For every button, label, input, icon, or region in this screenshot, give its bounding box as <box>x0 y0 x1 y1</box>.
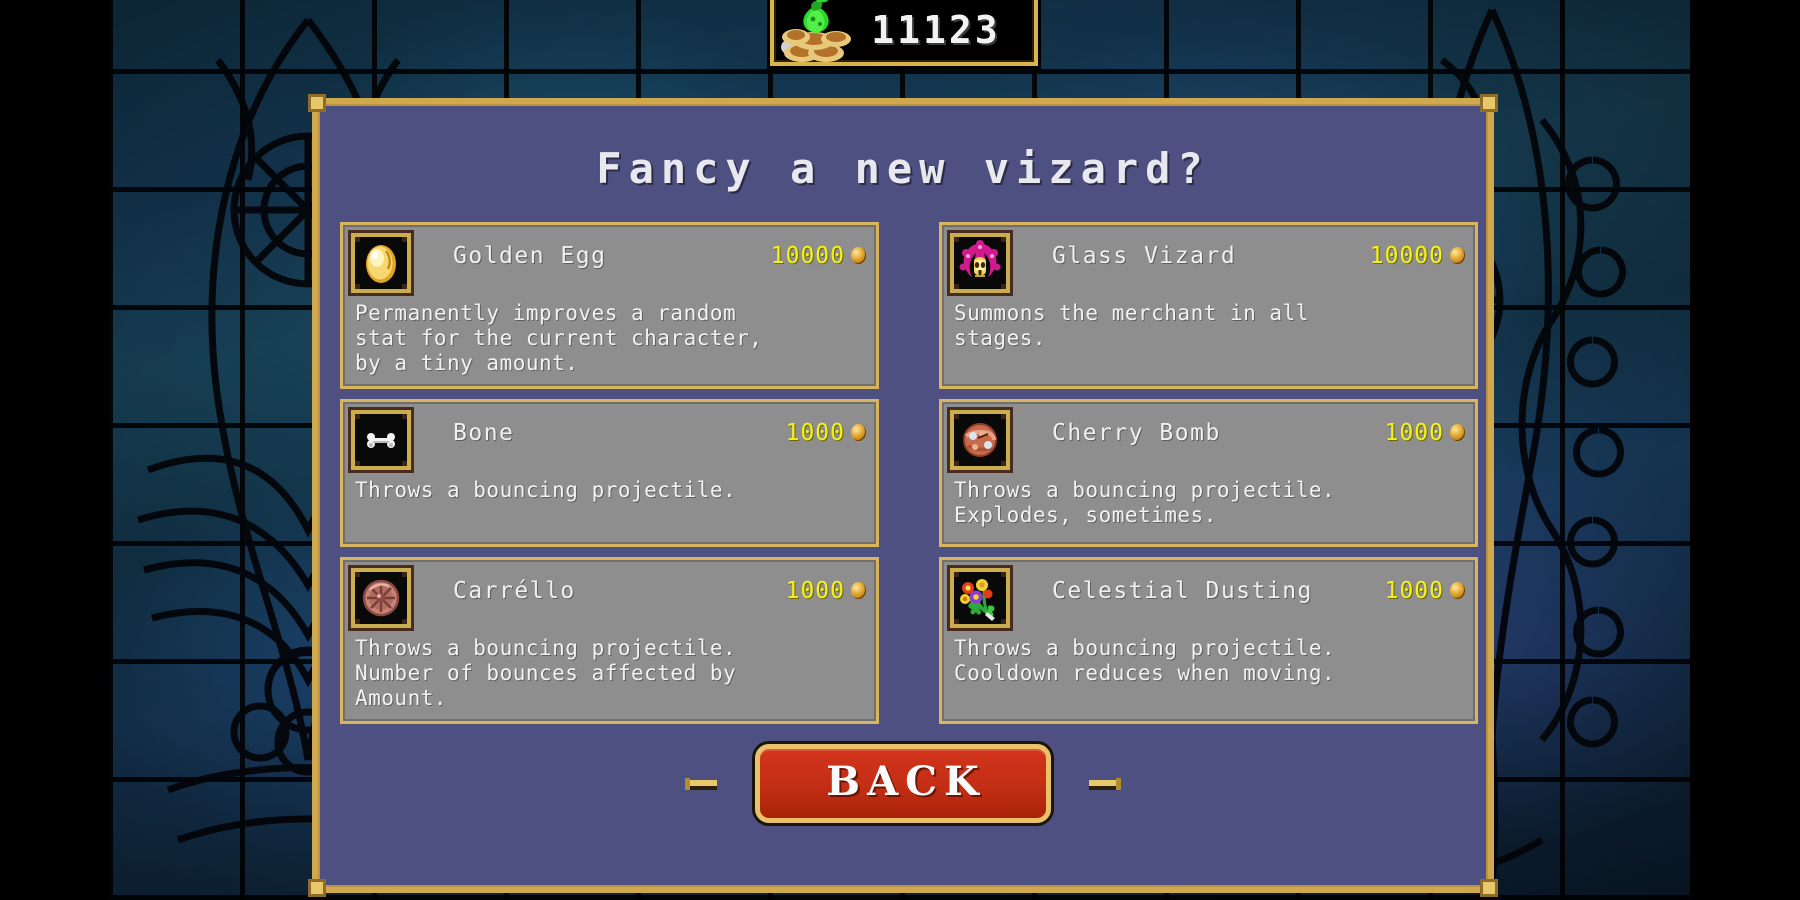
shop-item-card[interactable]: Celestial Dusting 1000 Throws a bouncing… <box>939 557 1478 724</box>
panel-corner-ornament <box>308 94 326 112</box>
game-screen: 11123 Fancy a new vizard? Golden Egg 100… <box>0 0 1800 900</box>
price-value: 1000 <box>785 578 845 604</box>
page-title: Fancy a new vizard? <box>596 144 1210 193</box>
price-value: 1000 <box>785 420 845 446</box>
shop-item-grid: Golden Egg 10000 Permanently improves a … <box>340 222 1478 724</box>
cherry-bomb-icon <box>950 410 1010 470</box>
item-name: Bone <box>453 420 515 446</box>
price-value: 1000 <box>1384 578 1444 604</box>
golden-egg-icon <box>351 233 411 293</box>
item-price: 1000 <box>1385 410 1465 446</box>
gold-dash-selector-icon <box>685 777 718 790</box>
gold-coin-icon <box>851 247 866 264</box>
panel-corner-ornament <box>1480 879 1498 897</box>
item-price: 1000 <box>1385 568 1465 604</box>
gold-coin-icon <box>851 582 866 599</box>
shop-item-card[interactable]: Cherry Bomb 1000 Throws a bouncing proje… <box>939 399 1478 547</box>
item-name: Celestial Dusting <box>1052 578 1313 604</box>
card-header: Carréllo 1000 <box>343 560 876 634</box>
panel-corner-ornament <box>308 879 326 897</box>
item-description: Throws a bouncing projectile. Cooldown r… <box>954 636 1336 685</box>
item-name: Golden Egg <box>453 243 607 269</box>
gold-dash-selector-icon <box>1088 777 1121 790</box>
shop-item-card[interactable]: Carréllo 1000 Throws a bouncing projecti… <box>340 557 879 724</box>
gold-coin-icon <box>1450 424 1465 441</box>
item-description: Throws a bouncing projectile. <box>355 478 737 502</box>
footer-actions: BACK <box>318 744 1488 823</box>
card-header: Glass Vizard 10000 <box>942 225 1475 299</box>
flower-bouquet-icon <box>950 568 1010 628</box>
shop-item-card[interactable]: Golden Egg 10000 Permanently improves a … <box>340 222 879 389</box>
gold-coin-icon <box>1450 247 1465 264</box>
card-header: Bone 1000 <box>343 402 876 476</box>
gold-coin-icon <box>1450 582 1465 599</box>
letterbox-left <box>0 0 110 900</box>
shop-panel: Fancy a new vizard? Golden Egg 10000 Per… <box>308 94 1498 897</box>
item-name: Carréllo <box>453 578 576 604</box>
card-header: Golden Egg 10000 <box>343 225 876 299</box>
price-value: 10000 <box>1369 243 1444 269</box>
money-counter: 11123 <box>770 0 1038 66</box>
wagon-wheel-icon <box>351 568 411 628</box>
card-header: Cherry Bomb 1000 <box>942 402 1475 476</box>
item-name: Cherry Bomb <box>1052 420 1221 446</box>
item-name: Glass Vizard <box>1052 243 1237 269</box>
shop-item-card[interactable]: Glass Vizard 10000 Summons the merchant … <box>939 222 1478 389</box>
money-bag-on-coins-icon <box>778 0 856 63</box>
money-amount: 11123 <box>871 8 1001 52</box>
gold-coin-icon <box>851 424 866 441</box>
card-header: Celestial Dusting 1000 <box>942 560 1475 634</box>
panel-corner-ornament <box>1480 94 1498 112</box>
back-button[interactable]: BACK <box>755 744 1051 823</box>
item-description: Summons the merchant in all stages. <box>954 301 1309 350</box>
item-description: Permanently improves a random stat for t… <box>355 301 763 375</box>
bone-icon <box>351 410 411 470</box>
item-price: 10000 <box>1370 233 1465 269</box>
price-value: 10000 <box>770 243 845 269</box>
item-description: Throws a bouncing projectile. Explodes, … <box>954 478 1336 527</box>
price-value: 1000 <box>1384 420 1444 446</box>
item-price: 1000 <box>786 410 866 446</box>
item-description: Throws a bouncing projectile. Number of … <box>355 636 737 710</box>
item-price: 1000 <box>786 568 866 604</box>
letterbox-right <box>1690 0 1800 900</box>
glass-vizard-skull-icon <box>950 233 1010 293</box>
shop-item-card[interactable]: Bone 1000 Throws a bouncing projectile. <box>340 399 879 547</box>
item-price: 10000 <box>771 233 866 269</box>
